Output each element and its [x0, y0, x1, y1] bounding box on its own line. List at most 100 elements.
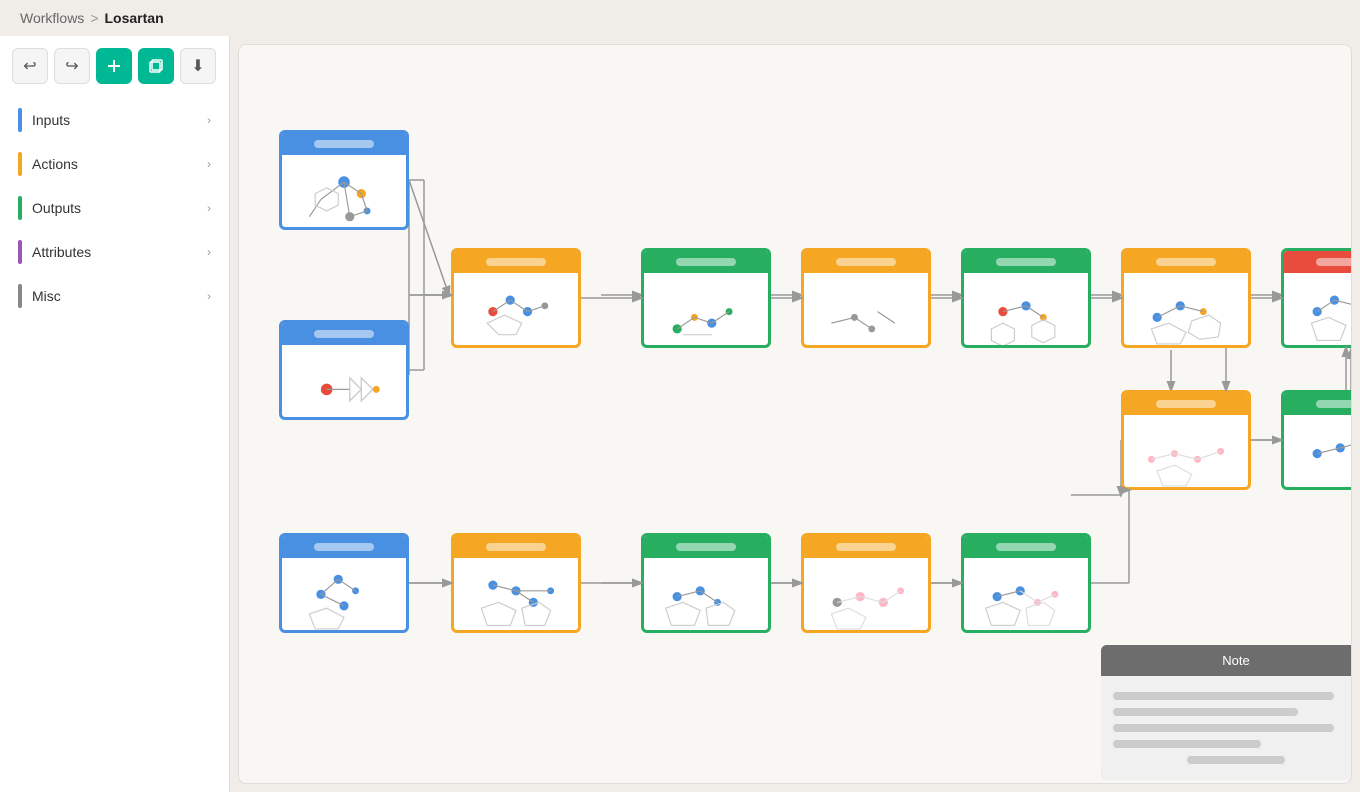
green-mid-header: [1284, 393, 1351, 415]
green-node-4-body: [644, 558, 768, 633]
workflow-container: Note: [239, 45, 1351, 783]
outputs-dot: [18, 196, 22, 220]
green-node-5-body: [964, 558, 1088, 633]
sidebar-item-outputs[interactable]: Outputs ›: [12, 188, 217, 228]
sidebar-item-inputs[interactable]: Inputs ›: [12, 100, 217, 140]
sidebar: ↩ ↪ ⬇ Inputs › Actions ›: [0, 36, 230, 792]
green-mid-pill: [1316, 400, 1351, 408]
input-node-1-pill: [314, 140, 374, 148]
sidebar-item-misc[interactable]: Misc ›: [12, 276, 217, 316]
sidebar-item-actions[interactable]: Actions ›: [12, 144, 217, 184]
yellow-node-5-body: [804, 558, 928, 633]
yellow-node-3-pill: [1156, 258, 1216, 266]
yellow-node-4-body: [454, 558, 578, 633]
input-node-2-body: [282, 345, 406, 420]
yellow-mid-header: [1124, 393, 1248, 415]
undo-button[interactable]: ↩: [12, 48, 48, 84]
yellow-node-2-pill: [836, 258, 896, 266]
green-node-4[interactable]: [641, 533, 771, 633]
input-node-1[interactable]: [279, 130, 409, 230]
actions-dot: [18, 152, 22, 176]
add-node-button[interactable]: [96, 48, 132, 84]
sidebar-item-attributes[interactable]: Attributes ›: [12, 232, 217, 272]
note-line-5: [1187, 756, 1285, 764]
input-node-3-body: [282, 558, 406, 633]
yellow-mid-pill: [1156, 400, 1216, 408]
yellow-node-5-pill: [836, 543, 896, 551]
green-node-3-red-header: [1284, 251, 1351, 273]
attributes-chevron: ›: [207, 245, 211, 259]
outputs-label: Outputs: [32, 200, 81, 216]
workflow-inner: Note: [259, 65, 1351, 783]
green-node-2-header: [964, 251, 1088, 273]
green-node-2-body: [964, 273, 1088, 348]
green-node-5[interactable]: [961, 533, 1091, 633]
actions-label: Actions: [32, 156, 78, 172]
yellow-node-1-header: [454, 251, 578, 273]
green-node-4-pill: [676, 543, 736, 551]
attributes-label: Attributes: [32, 244, 91, 260]
input-node-1-header: [282, 133, 406, 155]
inputs-label: Inputs: [32, 112, 70, 128]
yellow-mid-body: [1124, 415, 1248, 490]
actions-chevron: ›: [207, 157, 211, 171]
attributes-dot: [18, 240, 22, 264]
green-node-5-header: [964, 536, 1088, 558]
note-card[interactable]: Note: [1101, 645, 1351, 780]
yellow-node-2-body: [804, 273, 928, 348]
green-mid-node[interactable]: [1281, 390, 1351, 490]
canvas-area[interactable]: Note: [238, 44, 1352, 784]
green-node-2[interactable]: [961, 248, 1091, 348]
yellow-node-4[interactable]: [451, 533, 581, 633]
yellow-node-4-header: [454, 536, 578, 558]
note-body: [1101, 676, 1351, 780]
toolbar: ↩ ↪ ⬇: [12, 48, 217, 84]
inputs-dot: [18, 108, 22, 132]
breadcrumb-parent[interactable]: Workflows: [20, 10, 84, 26]
redo-button[interactable]: ↪: [54, 48, 90, 84]
note-line-1: [1113, 692, 1334, 700]
copy-button[interactable]: [138, 48, 174, 84]
input-node-1-body: [282, 155, 406, 230]
yellow-node-5[interactable]: [801, 533, 931, 633]
yellow-node-1-body: [454, 273, 578, 348]
download-button[interactable]: ⬇: [180, 48, 216, 84]
yellow-mid-node[interactable]: [1121, 390, 1251, 490]
outputs-chevron: ›: [207, 201, 211, 215]
green-node-2-pill: [996, 258, 1056, 266]
yellow-node-3-header: [1124, 251, 1248, 273]
note-line-4: [1113, 740, 1261, 748]
green-node-3-red[interactable]: [1281, 248, 1351, 348]
green-node-3-red-pill: [1316, 258, 1351, 266]
green-node-1-body: [644, 273, 768, 348]
misc-chevron: ›: [207, 289, 211, 303]
input-node-3-header: [282, 536, 406, 558]
note-line-2: [1113, 708, 1298, 716]
breadcrumb-separator: >: [90, 10, 98, 26]
green-mid-body: [1284, 415, 1351, 490]
input-node-2[interactable]: [279, 320, 409, 420]
inputs-chevron: ›: [207, 113, 211, 127]
misc-dot: [18, 284, 22, 308]
green-node-3-red-body: [1284, 273, 1351, 348]
input-node-2-header: [282, 323, 406, 345]
green-node-5-pill: [996, 543, 1056, 551]
yellow-node-3[interactable]: [1121, 248, 1251, 348]
input-node-3[interactable]: [279, 533, 409, 633]
green-node-1[interactable]: [641, 248, 771, 348]
input-node-2-pill: [314, 330, 374, 338]
input-node-3-pill: [314, 543, 374, 551]
yellow-node-4-pill: [486, 543, 546, 551]
yellow-node-1[interactable]: [451, 248, 581, 348]
yellow-node-2[interactable]: [801, 248, 931, 348]
yellow-node-2-header: [804, 251, 928, 273]
breadcrumb: Workflows > Losartan: [0, 0, 1360, 36]
misc-label: Misc: [32, 288, 61, 304]
note-line-3: [1113, 724, 1334, 732]
yellow-node-5-header: [804, 536, 928, 558]
yellow-node-1-pill: [486, 258, 546, 266]
yellow-node-3-body: [1124, 273, 1248, 348]
green-node-1-pill: [676, 258, 736, 266]
green-node-4-header: [644, 536, 768, 558]
breadcrumb-current: Losartan: [105, 10, 164, 26]
